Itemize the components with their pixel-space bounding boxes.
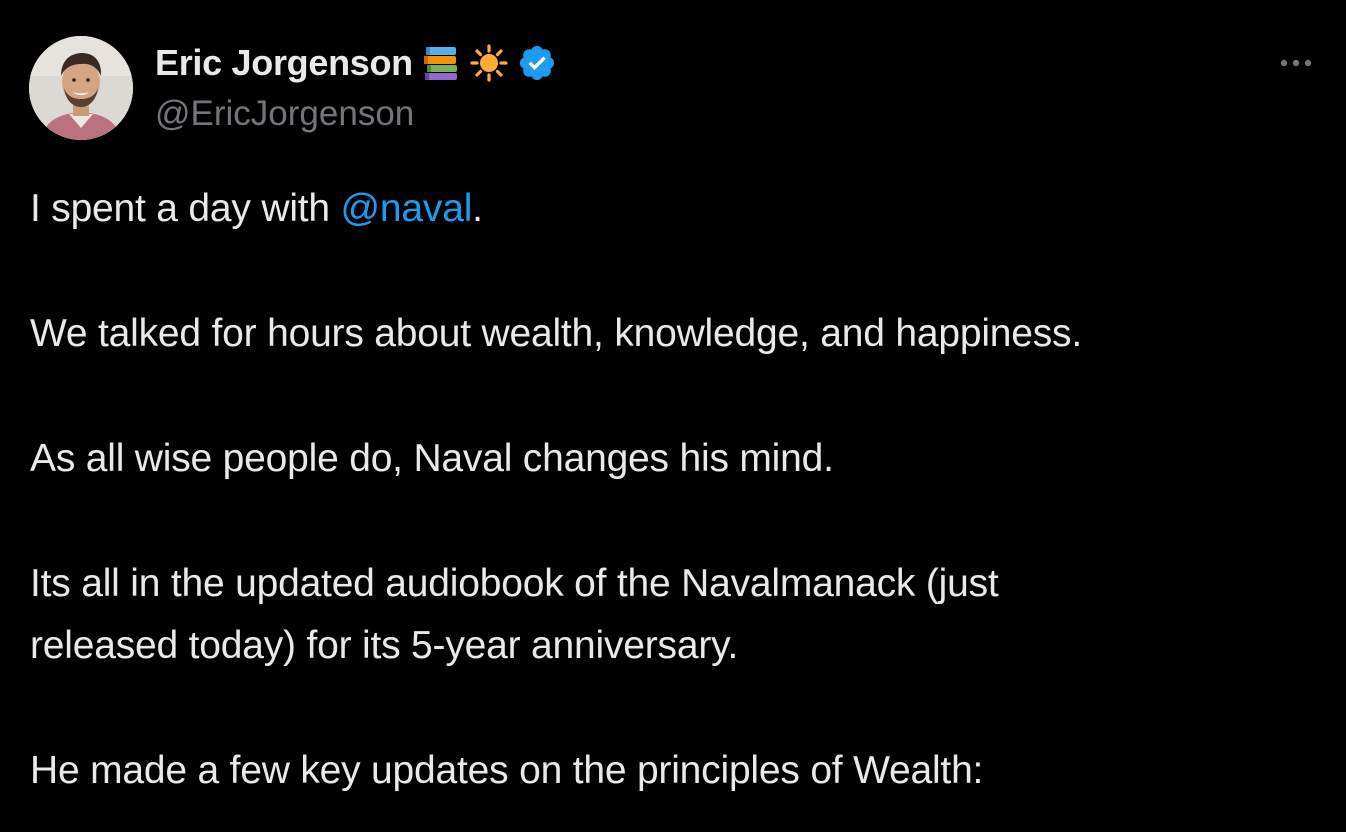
avatar-photo — [29, 36, 133, 140]
author-display-name[interactable]: Eric Jorgenson — [155, 42, 413, 84]
sun-icon — [469, 43, 509, 83]
tweet-text-prefix: I spent a day with — [30, 187, 341, 230]
author-handle[interactable]: @EricJorgenson — [155, 94, 414, 134]
tweet-text-suffix: . — [472, 187, 483, 230]
tweet-paragraph-4-line-1: Its all in the updated audiobook of the … — [30, 562, 999, 605]
tweet-paragraph-4-line-2: released today) for its 5-year anniversa… — [30, 624, 739, 667]
tweet-paragraph-5: He made a few key updates on the princip… — [30, 749, 984, 792]
tweet-paragraph-3: As all wise people do, Naval changes his… — [30, 437, 834, 480]
tweet: Eric Jorgenson @EricJorgenson I spent a … — [0, 0, 1346, 832]
author-name-row: Eric Jorgenson — [155, 40, 557, 86]
avatar[interactable] — [29, 36, 133, 140]
mention-link-naval[interactable]: @naval — [341, 187, 473, 230]
more-dots-icon — [1280, 59, 1312, 67]
tweet-text-line-1: I spent a day with @naval. — [30, 178, 483, 240]
tweet-paragraph-2: We talked for hours about wealth, knowle… — [30, 312, 1082, 355]
verified-badge-icon[interactable] — [517, 43, 557, 83]
more-options-button[interactable] — [1268, 46, 1324, 80]
books-icon — [421, 43, 461, 83]
